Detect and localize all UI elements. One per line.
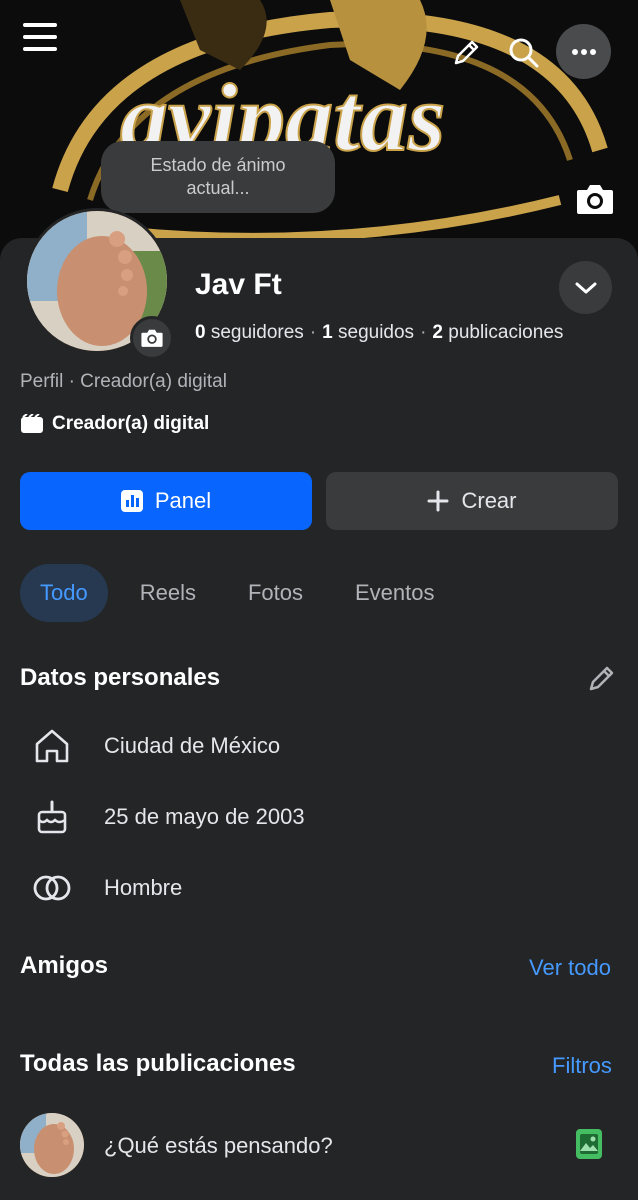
create-button[interactable]: Crear [326,472,618,530]
photo-gallery-icon[interactable] [575,1128,605,1162]
edit-personal-data-icon[interactable] [586,664,618,696]
friends-title: Amigos [20,952,109,979]
tab-eventos[interactable]: Eventos [335,564,455,622]
tab-todo[interactable]: Todo [20,564,108,622]
following-link[interactable]: 1 seguidos [322,322,414,343]
composer-avatar[interactable] [20,1113,84,1177]
personal-data-title: Datos personales [20,664,221,691]
info-city-text: Ciudad de México [104,733,281,758]
profile-subtitle: Perfil · Creador(a) digital [20,371,227,392]
tab-fotos[interactable]: Fotos [228,564,323,622]
followers-link[interactable]: 0 seguidores [195,322,304,343]
info-row-city: Ciudad de México [30,724,280,768]
info-row-birthday: 25 de mayo de 2003 [30,795,305,839]
creator-category-row: Creador(a) digital [20,413,209,435]
profile-name: Jav Ft [195,268,282,301]
edit-cover-camera-icon[interactable] [574,180,616,218]
hamburger-menu-icon[interactable] [22,20,58,54]
profile-stats: 0 seguidores · 1 seguidos · 2 publicaciones [195,322,564,343]
search-icon[interactable] [506,35,542,71]
posts-count-link[interactable]: 2 publicaciones [432,322,563,343]
profile-options-dropdown[interactable] [559,261,612,314]
all-posts-title: Todas las publicaciones [20,1050,296,1077]
home-icon [30,724,74,768]
clapperboard-icon [21,414,43,433]
chevron-down-icon [575,282,596,293]
panel-button[interactable]: Panel [20,472,312,530]
see-all-friends-link[interactable]: Ver todo [529,955,611,981]
more-options-button[interactable] [556,24,611,79]
gender-rings-icon [30,866,74,910]
create-button-label: Crear [461,488,517,513]
birthday-cake-icon [30,795,74,839]
avatar-photo [20,1113,84,1177]
more-horizontal-icon [571,48,596,55]
filters-link[interactable]: Filtros [552,1053,612,1079]
tab-reels[interactable]: Reels [120,564,216,622]
info-row-gender: Hombre [30,866,182,910]
plus-icon [427,490,449,512]
info-birthday-text: 25 de mayo de 2003 [104,804,305,829]
camera-icon [141,329,163,347]
post-composer-input[interactable]: ¿Qué estás pensando? [104,1133,333,1159]
creator-category-label: Creador(a) digital [52,413,210,434]
pencil-icon[interactable] [448,35,484,71]
edit-avatar-camera-button[interactable] [130,316,174,360]
panel-button-label: Panel [154,488,212,513]
mood-status-input[interactable]: Estado de ánimo actual... [101,141,335,213]
dashboard-chart-icon [120,490,143,512]
profile-tabs: Todo Reels Fotos Eventos [20,564,467,622]
info-gender-text: Hombre [104,875,183,900]
